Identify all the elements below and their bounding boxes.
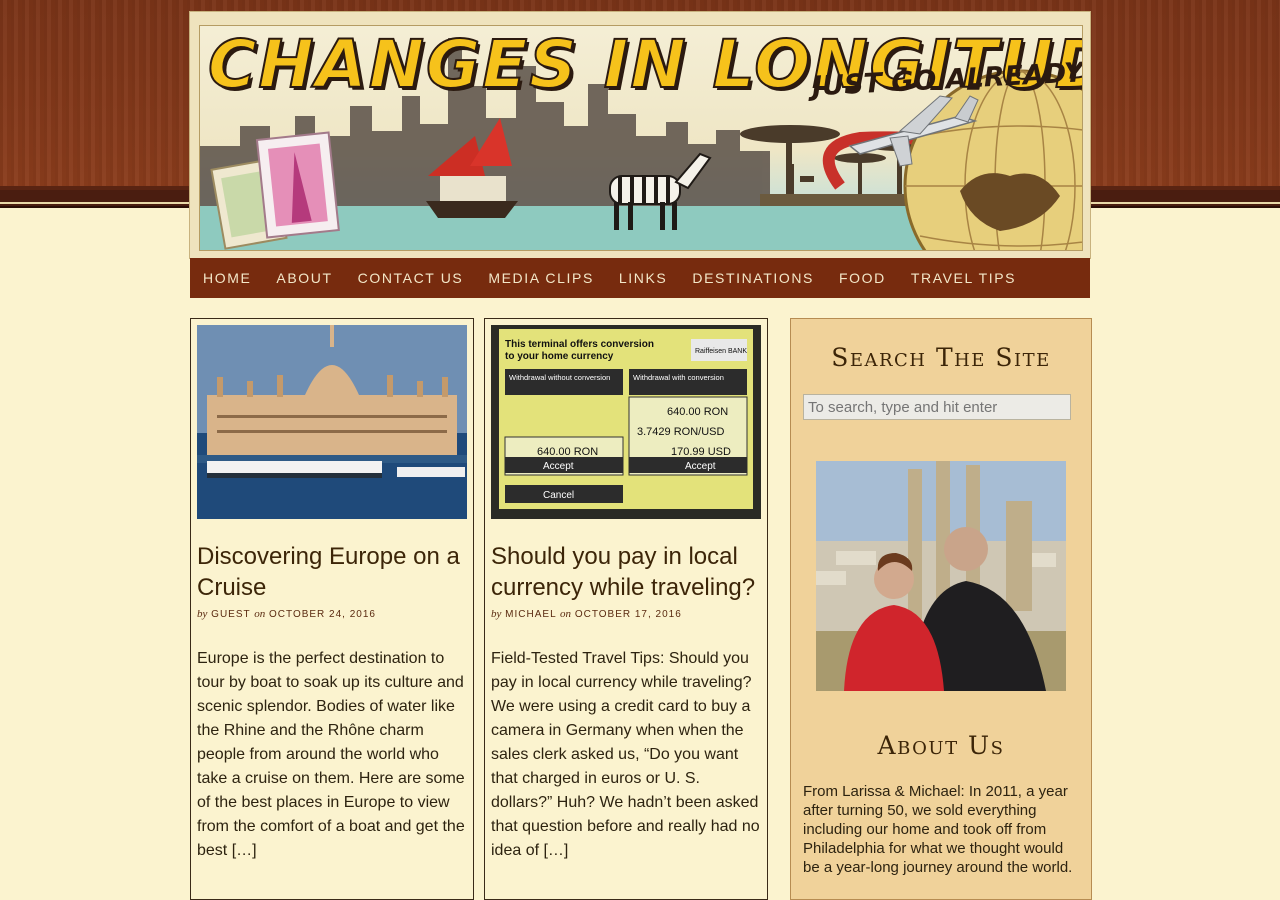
header-banner[interactable]: CHANGES IN LONGITUDE JUST GO ALREADY!	[199, 25, 1083, 251]
atm-cancel: Cancel	[543, 490, 574, 501]
nav-destinations[interactable]: DESTINATIONS	[692, 270, 814, 286]
about-heading: About Us	[877, 731, 1005, 760]
nav-food[interactable]: FOOD	[839, 270, 886, 286]
nav-travel-tips[interactable]: TRAVEL TIPS	[911, 270, 1016, 286]
atm-exchange-rate: 3.7429 RON/USD	[637, 426, 724, 438]
nav-links[interactable]: LINKS	[619, 270, 667, 286]
post-thumbnail-atm-screen[interactable]: This terminal offers conversion to your …	[491, 325, 761, 519]
atm-right-heading: Withdrawal with conversion	[633, 373, 724, 382]
atm-right-charge: 170.99 USD	[671, 446, 731, 458]
post-meta-by: by	[197, 608, 208, 620]
nav-contact-us[interactable]: CONTACT US	[358, 270, 464, 286]
post-excerpt: Field-Tested Travel Tips: Should you pay…	[491, 650, 760, 859]
post-author[interactable]: GUEST	[211, 609, 250, 620]
nav-home[interactable]: HOME	[203, 270, 251, 286]
post-thumbnail-parliament[interactable]	[197, 325, 467, 519]
nav-about[interactable]: ABOUT	[276, 270, 332, 286]
post-meta-on: on	[560, 608, 572, 620]
post-date[interactable]: OCTOBER 17, 2016	[575, 609, 682, 620]
post-title[interactable]: Discovering Europe on a Cruise	[197, 541, 469, 603]
post-meta: by MICHAEL on OCTOBER 17, 2016	[491, 608, 682, 620]
post-date[interactable]: OCTOBER 24, 2016	[269, 609, 376, 620]
sidebar: Search The Site About Us From Larissa &	[790, 318, 1092, 900]
atm-bank-name: Raiffeisen BANK	[695, 348, 747, 355]
post-author[interactable]: MICHAEL	[505, 609, 556, 620]
main-nav: HOME ABOUT CONTACT US MEDIA CLIPS LINKS …	[190, 258, 1090, 298]
post-meta-on: on	[254, 608, 266, 620]
nav-media-clips[interactable]: MEDIA CLIPS	[488, 270, 594, 286]
atm-left-charge: 640.00 RON	[537, 446, 598, 458]
post-excerpt: Europe is the perfect destination to tou…	[197, 650, 465, 859]
atm-left-heading: Withdrawal without conversion	[509, 373, 610, 382]
post-card-local-currency: This terminal offers conversion to your …	[484, 318, 768, 900]
site-header: CHANGES IN LONGITUDE JUST GO ALREADY!	[190, 12, 1090, 258]
post-card-europe-cruise: Discovering Europe on a Cruise by GUEST …	[190, 318, 474, 900]
atm-line-1: This terminal offers conversion	[505, 339, 654, 350]
atm-accept-left: Accept	[543, 461, 574, 472]
post-title[interactable]: Should you pay in local currency while t…	[491, 541, 763, 603]
atm-withdrawal-amount: 640.00 RON	[667, 406, 728, 418]
search-heading: Search The Site	[831, 343, 1051, 372]
atm-line-2: to your home currency	[505, 351, 614, 362]
about-photo	[816, 461, 1066, 691]
search-input[interactable]	[803, 394, 1071, 420]
atm-accept-right: Accept	[685, 461, 716, 472]
about-text: From Larissa & Michael: In 2011, a year …	[803, 783, 1073, 876]
post-meta-by: by	[491, 608, 502, 620]
post-meta: by GUEST on OCTOBER 24, 2016	[197, 608, 376, 620]
